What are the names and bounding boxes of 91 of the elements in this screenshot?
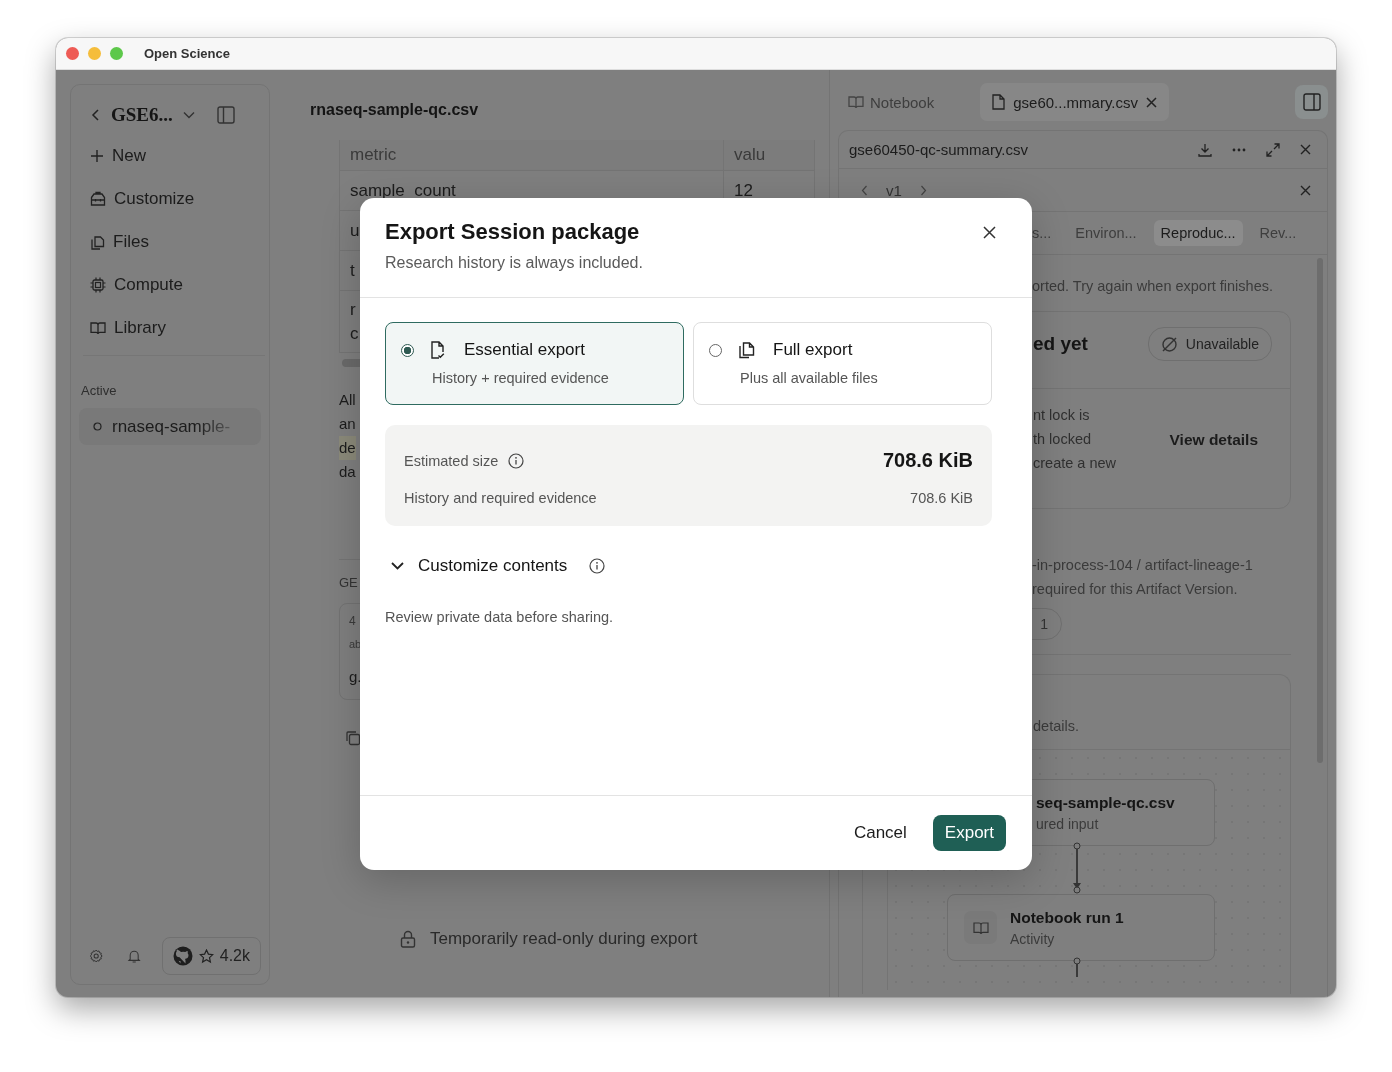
project-name[interactable]: GSE6...	[111, 104, 173, 126]
dropdown-chevron-icon[interactable]	[182, 111, 195, 119]
lineage-node[interactable]: Notebook run 1 Activity	[947, 894, 1215, 961]
node-subtitle: ured input	[1036, 815, 1100, 832]
lineage-text: -in-process-104 / artifact-lineage-1	[1032, 556, 1254, 575]
export-option-card[interactable]: Full export Plus all available files	[693, 322, 992, 405]
book-icon	[848, 95, 864, 109]
export-button[interactable]: Export	[932, 815, 1006, 851]
file-title: rnaseq-sample-qc.csv	[310, 100, 480, 120]
node-title: seq-sample-qc.csv	[1036, 793, 1175, 812]
card-text: th locked	[1033, 430, 1093, 449]
next-version-icon[interactable]	[919, 184, 927, 196]
expand-icon[interactable]	[1266, 142, 1280, 157]
previous-version-icon[interactable]	[861, 184, 868, 196]
node-title: Notebook run 1	[1010, 908, 1124, 927]
chip-icon	[90, 276, 106, 293]
size-breakdown-label: History and required evidence	[404, 490, 597, 506]
toolbox-icon	[90, 191, 106, 206]
nav-item[interactable]: Compute	[79, 263, 261, 306]
nav-item[interactable]: Files	[79, 220, 261, 263]
section-label: GE	[339, 575, 359, 590]
editor-tab[interactable]: Notebook	[848, 83, 945, 121]
customize-contents-toggle[interactable]: Customize contents	[418, 556, 568, 576]
back-chevron-icon[interactable]	[91, 108, 101, 122]
chevron-icon[interactable]	[391, 562, 404, 570]
unavailable-badge: Unavailable	[1147, 327, 1272, 361]
section-tab[interactable]: Environ...	[1068, 220, 1144, 246]
card-text: g.	[349, 668, 363, 685]
nav-item[interactable]: New	[79, 134, 261, 177]
card-title: ed yet	[1033, 333, 1088, 355]
status-message: Temporarily read-only during export	[430, 929, 698, 949]
panel-toggle-button[interactable]	[1295, 85, 1328, 119]
lock-icon	[400, 930, 416, 948]
window-title: Open Science	[144, 46, 230, 61]
sidebar-toggle-icon[interactable]	[216, 106, 235, 124]
lineage-text: required for this Artifact Version.	[1032, 580, 1239, 599]
active-session-item[interactable]: rnaseq-sample-	[79, 408, 261, 445]
plus-icon	[90, 148, 104, 163]
circle-icon	[93, 422, 102, 431]
info-icon[interactable]	[508, 452, 525, 469]
paragraph-line: da	[339, 462, 356, 482]
more-icon[interactable]	[1232, 147, 1246, 152]
file-name: gse60450-qc-summary.csv	[849, 141, 1028, 158]
radio-button[interactable]	[401, 343, 414, 357]
close-window-button[interactable]	[66, 47, 79, 60]
dialog-subtitle: Research history is always included.	[385, 254, 643, 272]
option-description: Plus all available files	[740, 370, 879, 386]
file-icon	[992, 94, 1006, 110]
export-option-card[interactable]: Essential export History + required evidence	[385, 322, 684, 405]
copy-icon[interactable]	[345, 730, 361, 746]
section-tab[interactable]: Rev...	[1252, 220, 1304, 246]
section-label: Active	[80, 383, 118, 399]
github-stars-button[interactable]: 4.2k	[161, 937, 261, 975]
version-label: v1	[886, 181, 902, 199]
card-text: nt lock is	[1033, 406, 1091, 425]
download-icon[interactable]	[1198, 142, 1212, 157]
column-header: metric	[340, 140, 724, 170]
nav-item[interactable]: Library	[79, 306, 261, 349]
files-icon	[738, 341, 755, 359]
node-subtitle: Activity	[1010, 930, 1056, 947]
size-label: Estimated size	[404, 452, 499, 469]
files-icon	[90, 233, 105, 250]
info-icon[interactable]	[589, 558, 606, 574]
connector-line	[1072, 957, 1082, 977]
paragraph-line: All	[339, 390, 356, 410]
section-tab[interactable]: Reproduc...	[1153, 220, 1243, 246]
book-icon	[90, 320, 106, 335]
close-icon[interactable]	[983, 226, 996, 239]
option-title: Full export	[773, 340, 853, 360]
book-icon	[964, 911, 997, 944]
nav-item[interactable]: Customize	[79, 177, 261, 220]
unavailable-icon	[1160, 335, 1178, 353]
privacy-note: Review private data before sharing.	[385, 609, 615, 625]
view-details-link[interactable]: View details	[1169, 431, 1258, 449]
panel-icon	[1302, 93, 1321, 111]
size-breakdown-value: 708.6 KiB	[910, 490, 973, 506]
dialog-title: Export Session package	[385, 218, 641, 246]
card-text: create a new	[1033, 454, 1117, 473]
star-icon	[198, 948, 214, 964]
editor-tab[interactable]: gse60...mmary.csv	[980, 83, 1169, 121]
option-description: History + required evidence	[432, 370, 610, 386]
github-icon	[172, 946, 193, 966]
table-cell-text: 12	[733, 180, 753, 201]
size-total: 708.6 KiB	[882, 449, 973, 472]
file-check-icon	[430, 341, 446, 359]
connector-arrow	[1072, 842, 1082, 894]
settings-icon[interactable]	[89, 947, 104, 965]
paragraph-line: an	[339, 414, 356, 434]
notice-text: orted. Try again when export finishes.	[1032, 278, 1274, 294]
column-header: valu	[733, 145, 766, 165]
cancel-button[interactable]: Cancel	[853, 823, 907, 843]
